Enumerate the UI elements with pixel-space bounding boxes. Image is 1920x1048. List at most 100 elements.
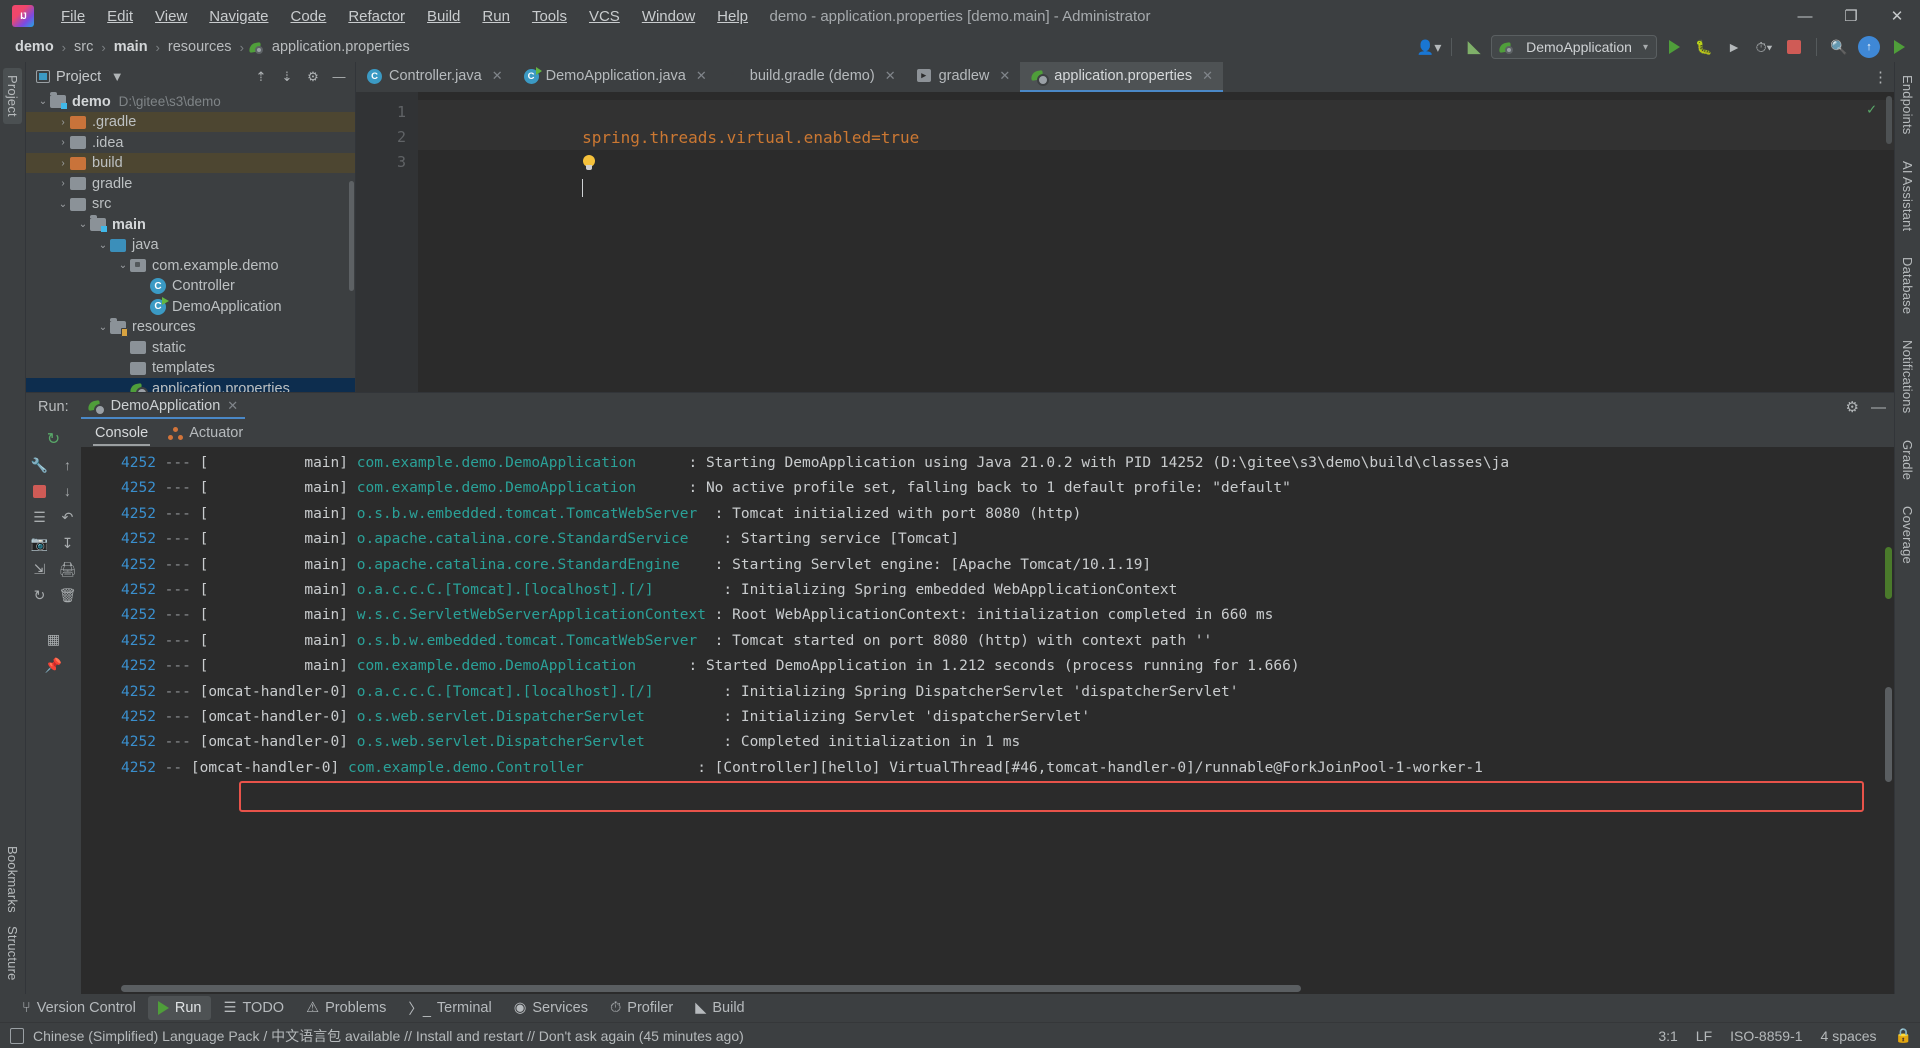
indent-setting[interactable]: 4 spaces xyxy=(1821,1028,1877,1044)
close-icon[interactable]: ✕ xyxy=(696,68,707,84)
line-separator[interactable]: LF xyxy=(1696,1028,1712,1044)
chevron-right-icon[interactable]: › xyxy=(56,178,70,189)
sidebar-item-notifications[interactable]: Notifications xyxy=(1898,333,1917,420)
chevron-down-icon[interactable]: ⌄ xyxy=(96,322,110,333)
tree-row-java[interactable]: ⌄ java xyxy=(26,235,355,256)
scroll-to-end-icon[interactable]: ↧ xyxy=(56,531,80,555)
menu-file[interactable]: File xyxy=(50,4,96,29)
code-line-1[interactable]: spring.threads.virtual.enabled=true xyxy=(418,100,1894,147)
toolwindow-version-control[interactable]: ⑂ Version Control xyxy=(12,996,146,1020)
lock-icon[interactable]: 🔒 xyxy=(1895,1027,1912,1044)
chevron-down-icon[interactable]: ⌄ xyxy=(76,219,90,230)
breadcrumb-demo[interactable]: demo xyxy=(12,37,57,57)
tree-row-package[interactable]: ⌄ com.example.demo xyxy=(26,255,355,276)
sidebar-item-gradle[interactable]: Gradle xyxy=(1898,433,1917,487)
close-icon[interactable]: ✕ xyxy=(492,68,503,84)
print-icon[interactable]: 🖨 xyxy=(56,557,80,581)
tab-controller-java[interactable]: C Controller.java ✕ xyxy=(356,62,513,92)
chevron-down-icon[interactable]: ⌄ xyxy=(36,96,50,107)
editor-scrollbar[interactable] xyxy=(1886,96,1892,144)
export-icon[interactable]: ⇲ xyxy=(28,557,52,581)
menu-window[interactable]: Window xyxy=(631,4,706,29)
hide-panel-icon[interactable]: — xyxy=(329,67,349,87)
intention-bulb-icon[interactable] xyxy=(582,155,596,171)
chevron-right-icon[interactable]: › xyxy=(56,158,70,169)
clear-all-icon[interactable]: ↻ xyxy=(28,583,52,607)
menu-run[interactable]: Run xyxy=(471,4,521,29)
tab-demoapplication-java[interactable]: C DemoApplication.java ✕ xyxy=(513,62,717,92)
tree-row-demo[interactable]: ⌄ demo D:\gitee\s3\demo xyxy=(26,91,355,112)
close-icon[interactable]: ✕ xyxy=(227,398,238,414)
inspection-status-icon[interactable]: ✓ xyxy=(1867,100,1876,118)
search-everywhere-icon[interactable]: 🔍 xyxy=(1826,35,1852,59)
scroll-down-icon[interactable]: ↓ xyxy=(56,479,80,503)
chevron-down-icon[interactable]: ⌄ xyxy=(56,199,70,210)
tab-build-gradle[interactable]: build.gradle (demo) ✕ xyxy=(717,62,906,92)
breadcrumb-application-properties[interactable]: application.properties xyxy=(269,37,413,57)
sidebar-item-database[interactable]: Database xyxy=(1898,250,1917,321)
tree-row-templates[interactable]: templates xyxy=(26,358,355,379)
sidebar-item-bookmarks[interactable]: Bookmarks xyxy=(3,839,22,920)
pin-icon[interactable]: 📌 xyxy=(42,653,66,677)
trash-icon[interactable]: 🗑 xyxy=(56,583,80,607)
tree-row-main[interactable]: ⌄ main xyxy=(26,214,355,235)
sidebar-item-coverage[interactable]: Coverage xyxy=(1898,499,1917,571)
menu-build[interactable]: Build xyxy=(416,4,471,29)
project-settings-icon[interactable]: ⚙ xyxy=(303,67,323,87)
expand-icon[interactable]: ⇡ xyxy=(251,67,271,87)
tree-row-src[interactable]: ⌄ src xyxy=(26,194,355,215)
menu-view[interactable]: View xyxy=(144,4,198,29)
project-tree-scrollbar[interactable] xyxy=(349,181,354,292)
tree-row-gradle[interactable]: › gradle xyxy=(26,173,355,194)
menu-refactor[interactable]: Refactor xyxy=(337,4,416,29)
run-configuration-tab[interactable]: DemoApplication ✕ xyxy=(80,395,246,419)
run-configuration-selector[interactable]: DemoApplication ▾ xyxy=(1491,35,1657,59)
menu-help[interactable]: Help xyxy=(706,4,759,29)
tab-application-properties[interactable]: application.properties ✕ xyxy=(1020,62,1224,92)
file-encoding[interactable]: ISO-8859-1 xyxy=(1730,1028,1802,1044)
camera-icon[interactable]: 📷 xyxy=(28,531,52,555)
run-button[interactable] xyxy=(1661,35,1687,59)
toolwindow-problems[interactable]: ⚠ Problems xyxy=(296,996,396,1020)
tab-gradlew[interactable]: ▸ gradlew ✕ xyxy=(906,62,1021,92)
toolwindow-todo[interactable]: ☰ TODO xyxy=(213,996,294,1020)
updates-badge[interactable]: ↑ xyxy=(1856,35,1882,59)
chevron-right-icon[interactable]: › xyxy=(56,137,70,148)
thread-dump-icon[interactable]: ☰ xyxy=(28,505,52,529)
build-hammer-icon[interactable]: ◣ xyxy=(1461,35,1487,59)
code-line-3[interactable] xyxy=(418,150,1894,197)
stop-button[interactable] xyxy=(1781,35,1807,59)
toolwindow-build[interactable]: ◣ Build xyxy=(685,996,754,1020)
run-settings-icon[interactable]: ⚙ xyxy=(1846,398,1859,416)
run-anything-icon[interactable] xyxy=(1886,35,1912,59)
scroll-up-icon[interactable]: ↑ xyxy=(56,453,80,477)
wrench-icon[interactable]: 🔧 xyxy=(28,453,52,477)
tab-console[interactable]: Console xyxy=(93,422,151,446)
status-message[interactable]: Chinese (Simplified) Language Pack / 中文语… xyxy=(33,1026,744,1046)
menu-edit[interactable]: Edit xyxy=(96,4,144,29)
toolwindow-run[interactable]: Run xyxy=(147,996,212,1020)
stop-button[interactable] xyxy=(28,479,52,503)
console-vertical-scrollbar[interactable] xyxy=(1885,687,1892,782)
run-with-coverage-button[interactable]: ► xyxy=(1721,35,1747,59)
rerun-icon[interactable]: ↻ xyxy=(42,427,66,451)
close-icon[interactable]: ✕ xyxy=(1202,68,1213,84)
sidebar-item-structure[interactable]: Structure xyxy=(3,919,22,988)
breadcrumb-resources[interactable]: resources xyxy=(165,37,235,57)
maximize-button[interactable]: ❐ xyxy=(1828,0,1874,32)
console-output[interactable]: 4252 --- [ main] com.example.demo.DemoAp… xyxy=(81,447,1894,994)
sidebar-item-project[interactable]: Project xyxy=(3,68,22,124)
hide-run-panel-icon[interactable]: — xyxy=(1871,399,1886,416)
tree-row-idea[interactable]: › .idea xyxy=(26,132,355,153)
menu-navigate[interactable]: Navigate xyxy=(198,4,279,29)
close-icon[interactable]: ✕ xyxy=(885,68,896,84)
soft-wrap-icon[interactable]: ↶ xyxy=(56,505,80,529)
chevron-right-icon[interactable]: › xyxy=(56,117,70,128)
minimize-button[interactable]: — xyxy=(1782,0,1828,32)
tree-row-static[interactable]: static xyxy=(26,337,355,358)
console-scrollbar-marker[interactable] xyxy=(1885,547,1892,599)
toolwindow-services[interactable]: ◉ Services xyxy=(504,996,598,1020)
tree-row-controller[interactable]: C Controller xyxy=(26,276,355,297)
tab-actuator[interactable]: Actuator xyxy=(166,422,245,446)
breadcrumb-src[interactable]: src xyxy=(71,37,96,57)
